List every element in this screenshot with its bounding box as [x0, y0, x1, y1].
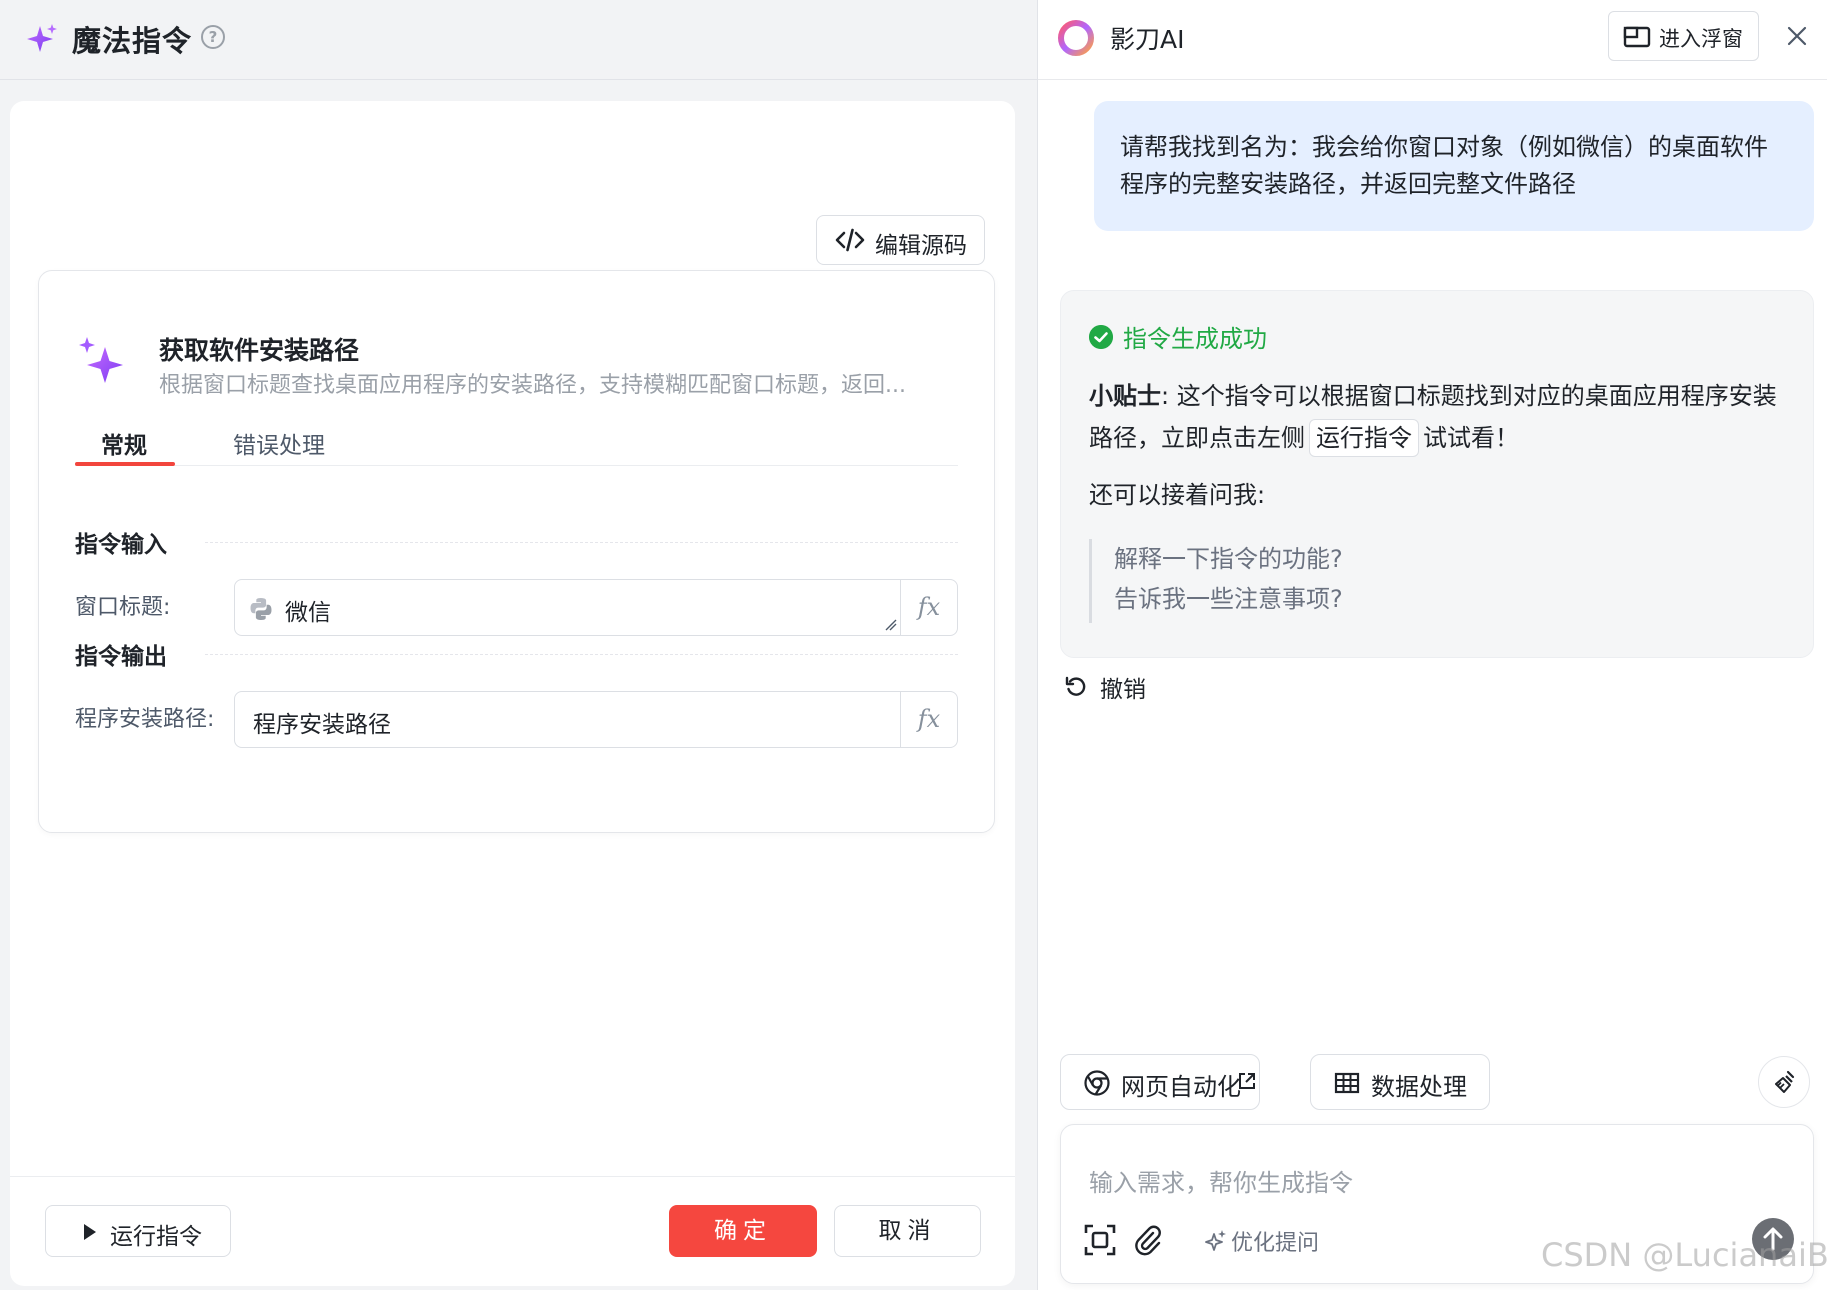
undo-icon: [1065, 676, 1086, 696]
command-editor: 编辑源码 获取软件安装路径 根据窗口标题查找桌面应用程序的安装路径，支持模糊匹配…: [10, 101, 1015, 1286]
broom-icon: [1775, 1070, 1795, 1093]
install-path-value: 程序安装路径: [253, 712, 391, 738]
confirm-button[interactable]: 确定: [669, 1205, 817, 1257]
assistant-header: 影刀AI 进入浮窗: [1038, 0, 1827, 80]
code-icon: [835, 228, 865, 252]
ai-response: 指令生成成功 小贴士: 这个指令可以根据窗口标题找到对应的桌面应用程序安装路径，…: [1060, 290, 1814, 658]
resize-handle-icon[interactable]: [885, 619, 897, 631]
user-message: 请帮我找到名为：我会给你窗口对象（例如微信）的桌面软件程序的完整安装路径，并返回…: [1094, 101, 1814, 231]
check-circle-icon: [1089, 325, 1113, 349]
tip-tail: 试试看！: [1423, 424, 1519, 452]
active-tab-indicator: [75, 462, 175, 466]
tip-label: 小贴士: [1089, 382, 1161, 410]
input-section-title: 指令输入: [75, 532, 167, 558]
field-label-window-title: 窗口标题:: [75, 595, 171, 620]
watermark: CSDN @LucianaiB: [1541, 1236, 1827, 1274]
table-icon: [1334, 1072, 1360, 1094]
suggestion-item[interactable]: 告诉我一些注意事项?: [1114, 579, 1343, 614]
sparkle-icon: [1205, 1230, 1226, 1251]
suggestion-list: 解释一下指令的功能? 告诉我一些注意事项?: [1089, 539, 1589, 623]
data-processing-button[interactable]: 数据处理: [1310, 1054, 1490, 1110]
yingdao-logo-icon: [1058, 20, 1094, 56]
panel-header: 魔法指令 ?: [0, 0, 1037, 80]
edit-source-label: 编辑源码: [875, 233, 967, 259]
section-divider: [205, 654, 958, 655]
sparkle-icon: [27, 24, 57, 52]
suggestion-item[interactable]: 解释一下指令的功能?: [1114, 539, 1343, 574]
optimize-prompt-label: 优化提问: [1231, 1231, 1320, 1256]
window-title-field[interactable]: 微信 fx: [234, 579, 958, 636]
section-divider: [205, 542, 958, 543]
tab-general[interactable]: 常规: [101, 426, 147, 460]
play-icon: [84, 1224, 96, 1240]
tip-text: 小贴士: 这个指令可以根据窗口标题找到对应的桌面应用程序安装路径，立即点击左侧运…: [1089, 375, 1779, 459]
page-title: 魔法指令: [72, 24, 193, 58]
window-title-value: 微信: [285, 600, 331, 626]
attachment-icon[interactable]: [1131, 1223, 1165, 1257]
cancel-button[interactable]: 取消: [834, 1205, 981, 1257]
prompt-placeholder[interactable]: 输入需求，帮你生成指令: [1089, 1163, 1353, 1198]
run-command-chip[interactable]: 运行指令: [1309, 419, 1419, 457]
success-text: 指令生成成功: [1123, 325, 1267, 353]
run-command-button[interactable]: 运行指令: [45, 1205, 231, 1257]
web-automation-label: 网页自动化: [1121, 1073, 1241, 1101]
output-section-title: 指令输出: [75, 644, 167, 670]
sparkle-icon: [79, 337, 123, 383]
follow-up-prompt: 还可以接着问我:: [1089, 481, 1266, 509]
footer-divider: [10, 1176, 1015, 1177]
float-window-label: 进入浮窗: [1659, 27, 1743, 51]
clear-chat-button[interactable]: [1758, 1056, 1810, 1108]
enter-floating-window-button[interactable]: 进入浮窗: [1608, 11, 1759, 61]
tab-error-handling[interactable]: 错误处理: [233, 426, 325, 460]
screenshot-icon[interactable]: [1083, 1223, 1117, 1257]
python-icon: [250, 598, 272, 620]
edit-source-button[interactable]: 编辑源码: [816, 215, 985, 265]
undo-label: 撤销: [1100, 677, 1146, 703]
external-link-icon: [1239, 1073, 1255, 1089]
command-card: 获取软件安装路径 根据窗口标题查找桌面应用程序的安装路径，支持模糊匹配窗口标题，…: [38, 270, 995, 833]
install-path-field[interactable]: 程序安装路径 fx: [234, 691, 958, 748]
expression-button[interactable]: fx: [900, 580, 957, 635]
run-command-label: 运行指令: [110, 1224, 202, 1250]
command-description: 根据窗口标题查找桌面应用程序的安装路径，支持模糊匹配窗口标题，返回...: [159, 373, 906, 398]
chrome-icon: [1084, 1070, 1110, 1096]
expression-button[interactable]: fx: [900, 692, 957, 747]
field-label-install-path: 程序安装路径:: [75, 707, 215, 732]
help-icon[interactable]: ?: [201, 25, 225, 49]
brand-name: 影刀AI: [1110, 25, 1185, 54]
magic-command-panel: 魔法指令 ? 编辑源码 获取软件安装路径 根据窗口标题查找桌面应用程序的安装路径…: [0, 0, 1037, 1290]
float-window-icon: [1623, 26, 1651, 48]
data-processing-label: 数据处理: [1371, 1073, 1467, 1101]
ai-assistant-panel: 影刀AI 进入浮窗 请帮我找到名为：我会给你窗口对象（例如微信）的桌面软件程序的…: [1037, 0, 1827, 1290]
tab-bar: 常规 错误处理: [75, 416, 958, 466]
web-automation-button[interactable]: 网页自动化: [1060, 1054, 1260, 1110]
close-icon[interactable]: [1783, 22, 1811, 50]
command-title: 获取软件安装路径: [159, 336, 360, 365]
